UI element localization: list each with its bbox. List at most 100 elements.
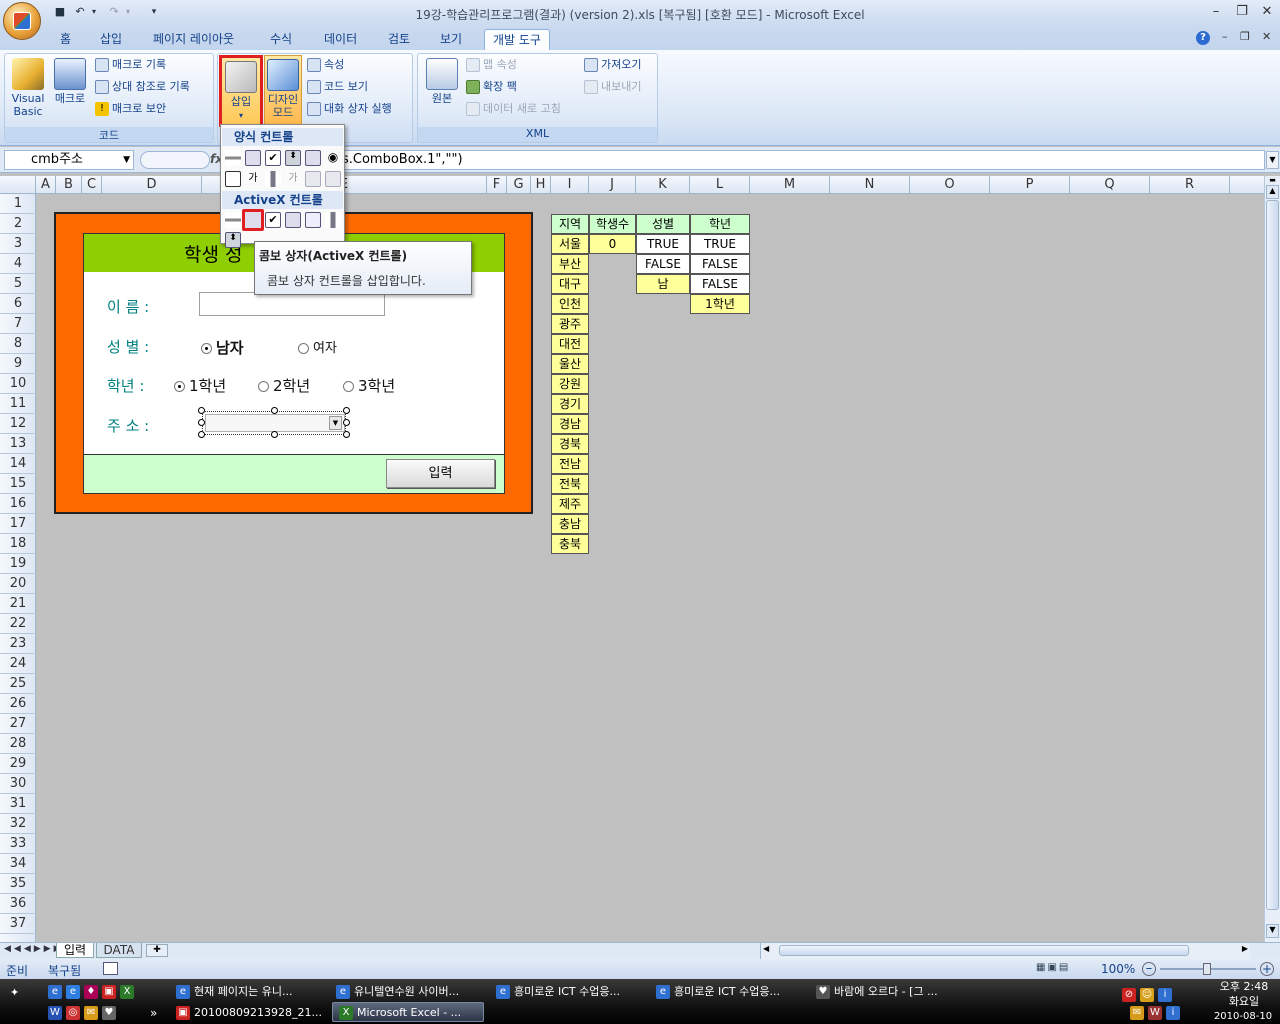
scroll-thumb[interactable]: [1266, 200, 1279, 910]
redo-dropdown-icon[interactable]: ▾: [120, 4, 136, 20]
activex-textbox-icon[interactable]: [305, 212, 321, 228]
row-header[interactable]: 33: [0, 834, 36, 854]
row-header[interactable]: 3: [0, 234, 36, 254]
resize-handle[interactable]: [343, 431, 350, 438]
resize-handle[interactable]: [343, 419, 350, 426]
help-icon[interactable]: ?: [1196, 31, 1210, 45]
grade-result-cell[interactable]: 1학년: [690, 294, 750, 314]
female-radio[interactable]: 여자: [298, 337, 337, 356]
region-cell[interactable]: 제주: [551, 494, 589, 514]
row-header[interactable]: 4: [0, 254, 36, 274]
header-cell-region[interactable]: 지역: [551, 214, 589, 234]
column-header[interactable]: P: [990, 176, 1070, 194]
row-header[interactable]: 32: [0, 814, 36, 834]
column-header[interactable]: G: [507, 176, 531, 194]
row-header[interactable]: 9: [0, 354, 36, 374]
region-cell[interactable]: 전남: [551, 454, 589, 474]
column-header[interactable]: I: [551, 176, 589, 194]
region-cell[interactable]: 경남: [551, 414, 589, 434]
activex-checkbox-icon[interactable]: ✔: [265, 212, 281, 228]
activex-combobox-icon[interactable]: [242, 209, 264, 231]
row-header[interactable]: 30: [0, 774, 36, 794]
view-buttons-icons[interactable]: ▦▣▤: [1036, 962, 1090, 976]
quicklaunch-icons-row1[interactable]: e e ♦ ▣ X: [48, 982, 138, 1002]
more-quicklaunch-icon[interactable]: »: [150, 1003, 157, 1023]
taskbar-item[interactable]: e 흥미로운 ICT 수업응...: [496, 982, 646, 1002]
taskbar-item[interactable]: e 유니텔연수원 사이버...: [336, 982, 486, 1002]
row-header[interactable]: 26: [0, 694, 36, 714]
row-header[interactable]: 37: [0, 914, 36, 934]
design-mode-button[interactable]: 디자인 모드: [264, 55, 302, 127]
scroll-up-icon[interactable]: ▲: [1266, 185, 1279, 199]
region-cell[interactable]: 인천: [551, 294, 589, 314]
header-cell-gender[interactable]: 성별: [636, 214, 690, 234]
view-code-button[interactable]: 코드 보기: [307, 77, 368, 97]
region-cell[interactable]: 경기: [551, 394, 589, 414]
gender-result-cell[interactable]: 남: [636, 274, 690, 294]
expansion-packs-button[interactable]: 확장 팩: [466, 77, 517, 97]
row-header[interactable]: 31: [0, 794, 36, 814]
resize-handle[interactable]: [343, 407, 350, 414]
column-header[interactable]: J: [589, 176, 636, 194]
row-header[interactable]: 21: [0, 594, 36, 614]
row-header[interactable]: 22: [0, 614, 36, 634]
tab-page-layout[interactable]: 페이지 레이아웃: [145, 29, 242, 50]
export-button[interactable]: 내보내기: [584, 77, 641, 97]
row-header[interactable]: 12: [0, 414, 36, 434]
grade1-radio[interactable]: 1학년: [174, 375, 226, 396]
column-header[interactable]: L: [690, 176, 750, 194]
column-header[interactable]: B: [56, 176, 82, 194]
taskbar-item[interactable]: e 흥미로운 ICT 수업응...: [656, 982, 806, 1002]
tab-formulas[interactable]: 수식: [262, 29, 300, 50]
row-header[interactable]: 1: [0, 194, 36, 214]
row-header[interactable]: 16: [0, 494, 36, 514]
grade-value-cell[interactable]: FALSE: [690, 274, 750, 294]
horizontal-scrollbar[interactable]: ◀ ▶: [760, 943, 1250, 959]
scroll-right-icon[interactable]: ▶: [1242, 944, 1248, 953]
column-header[interactable]: O: [910, 176, 990, 194]
row-header[interactable]: 23: [0, 634, 36, 654]
tab-review[interactable]: 검토: [380, 29, 418, 50]
sheet-tab-input[interactable]: 입력: [56, 943, 94, 958]
resize-handle[interactable]: [198, 419, 205, 426]
region-cell[interactable]: 대구: [551, 274, 589, 294]
zoom-in-icon[interactable]: +: [1260, 962, 1274, 976]
zoom-slider-thumb[interactable]: [1203, 963, 1211, 975]
properties-button[interactable]: 속성: [307, 55, 344, 75]
start-icon[interactable]: ✦: [10, 983, 30, 1003]
taskbar-item-active[interactable]: X Microsoft Excel - ...: [332, 1002, 484, 1022]
grade-value-cell[interactable]: FALSE: [690, 254, 750, 274]
visual-basic-button[interactable]: Visual Basic: [8, 58, 48, 118]
grade2-radio[interactable]: 2학년: [258, 375, 310, 396]
quicklaunch-icons-row2[interactable]: W ◎ ✉ ♥: [48, 1003, 120, 1023]
sheet-nav-icons[interactable]: ◀◀◀▶▶▶: [4, 944, 64, 954]
import-button[interactable]: 가져오기: [584, 55, 641, 75]
column-header[interactable]: A: [36, 176, 56, 194]
column-header[interactable]: Q: [1070, 176, 1150, 194]
submit-button[interactable]: 입력: [386, 459, 495, 488]
taskbar-item[interactable]: ▣ 20100809213928_21...: [176, 1003, 326, 1023]
form-button-icon[interactable]: [225, 150, 241, 166]
column-header[interactable]: H: [531, 176, 551, 194]
row-header[interactable]: 7: [0, 314, 36, 334]
office-button[interactable]: [3, 2, 41, 40]
tab-view[interactable]: 보기: [432, 29, 470, 50]
region-cell[interactable]: 경북: [551, 434, 589, 454]
tab-insert[interactable]: 삽입: [92, 29, 130, 50]
row-header[interactable]: 15: [0, 474, 36, 494]
row-header[interactable]: 14: [0, 454, 36, 474]
combobox-dropdown-icon[interactable]: ▼: [329, 416, 342, 430]
row-header[interactable]: 18: [0, 534, 36, 554]
form-groupbox-icon[interactable]: [225, 171, 241, 187]
row-header[interactable]: 2: [0, 214, 36, 234]
taskbar-item[interactable]: ♥ 바람에 오르다 - [그 ...: [816, 982, 966, 1002]
form-textfield-icon[interactable]: 가: [285, 171, 301, 187]
column-header[interactable]: N: [830, 176, 910, 194]
expand-formula-icon[interactable]: ▼: [1266, 151, 1279, 169]
macros-button[interactable]: 매크로: [50, 58, 90, 105]
row-header[interactable]: 19: [0, 554, 36, 574]
row-header[interactable]: 20: [0, 574, 36, 594]
header-cell-grade[interactable]: 학년: [690, 214, 750, 234]
undo-dropdown-icon[interactable]: ▾: [86, 4, 102, 20]
formula-bar-resizer[interactable]: [140, 151, 210, 169]
